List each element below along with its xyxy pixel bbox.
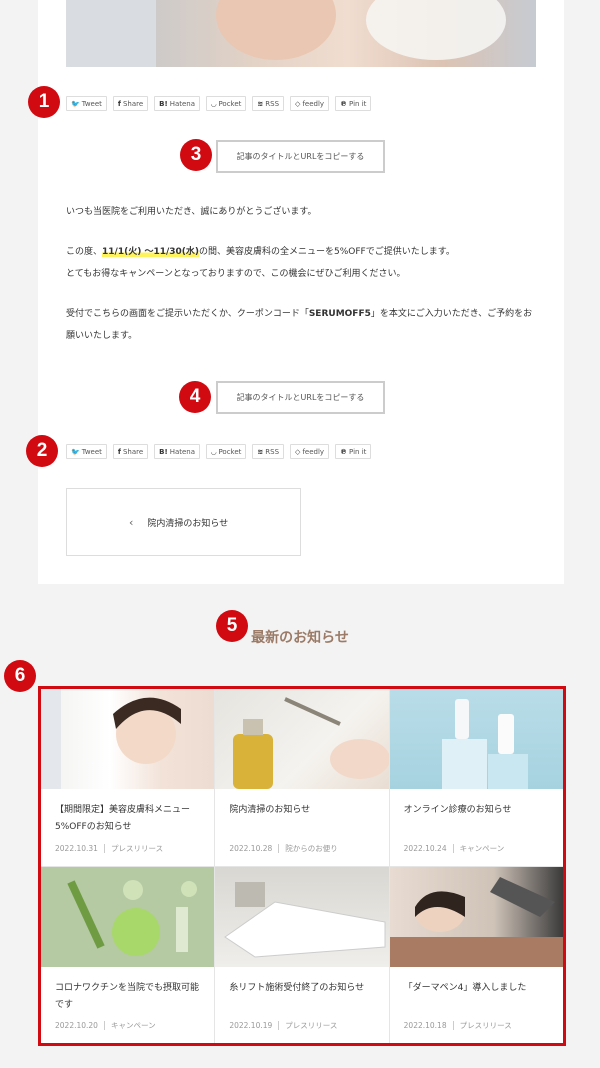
annotation-badge-2: 2 xyxy=(26,435,58,467)
annotation-badge-4: 4 xyxy=(179,381,211,413)
news-card-date: 2022.10.24 xyxy=(403,843,447,853)
share-button-hatena[interactable]: B! Hatena xyxy=(154,96,201,111)
feedly-icon: ◇ xyxy=(295,447,301,456)
pocket-icon: ◡ xyxy=(211,447,217,456)
news-card[interactable]: 「ダーマペン4」導入しました 2022.10.18 プレスリリース xyxy=(389,866,563,1043)
share-button-rss[interactable]: ≋ RSS xyxy=(252,444,285,459)
rss-icon: ≋ xyxy=(257,99,264,108)
news-card-category: キャンペーン xyxy=(459,843,505,853)
facebook-icon: f xyxy=(117,447,121,456)
article-paragraph-5: 願いいたします。 xyxy=(66,331,138,341)
article-hero-image xyxy=(66,0,536,67)
coupon-code: SERUMOFF5 xyxy=(308,309,371,319)
news-card-category: キャンペーン xyxy=(110,1021,156,1030)
news-card-category: プレスリリース xyxy=(459,1021,512,1030)
share-button-rss[interactable]: ≋ RSS xyxy=(252,96,285,111)
news-card-category: 院からのお便り xyxy=(285,843,338,853)
article-paragraph-1: いつも当医院をご利用いただき、誠にありがとうございます。 xyxy=(66,207,317,217)
hatena-icon: B! xyxy=(159,447,168,456)
news-card-category: プレスリリース xyxy=(285,1021,338,1030)
copy-title-url-button-top[interactable]: 記事のタイトルとURLをコピーする xyxy=(216,140,385,173)
article-paragraph-2: この度、11/1(火) 〜11/30(水)の間、美容皮膚科の全メニューを5%OF… xyxy=(66,247,455,257)
annotation-badge-6: 6 xyxy=(4,660,36,692)
news-card-thumbnail xyxy=(389,866,563,967)
news-card-category: プレスリリース xyxy=(110,843,164,853)
feedly-icon: ◇ xyxy=(295,99,301,108)
share-button-feedly[interactable]: ◇ feedly xyxy=(290,444,330,459)
share-button-twitter[interactable]: 🐦 Tweet xyxy=(66,96,107,111)
share-button-pocket[interactable]: ◡ Pocket xyxy=(206,96,247,111)
news-card-title: 院内清掃のお知らせ xyxy=(229,805,311,815)
news-card-thumbnail xyxy=(215,866,389,967)
news-card-date: 2022.10.18 xyxy=(403,1021,447,1030)
news-card-title: 糸リフト施術受付終了のお知らせ xyxy=(229,982,365,993)
news-card-title: オンライン診療のお知らせ xyxy=(403,805,512,815)
share-buttons-top: 🐦 Tweet f Share B! Hatena ◡ Pocket ≋ RSS ◇ fee… xyxy=(66,96,372,111)
campaign-period-highlight: 11/1(火) 〜11/30(水) xyxy=(102,247,200,257)
news-card[interactable]: コロナワクチンを当院でも摂取可能です 2022.10.20 キャンペーン xyxy=(41,866,215,1043)
news-card-title: 「ダーマペン4」導入しました xyxy=(403,982,527,993)
news-card-date: 2022.10.28 xyxy=(229,843,273,853)
news-card-thumbnail xyxy=(389,689,563,789)
rss-icon: ≋ xyxy=(257,447,264,456)
news-card-title: コロナワクチンを当院でも摂取可能です xyxy=(55,982,200,1010)
news-card-meta: 2022.10.28 院からのお便り xyxy=(229,843,338,854)
article-paragraph-3: とてもお得なキャンペーンとなっておりますので、この機会にぜひご利用ください。 xyxy=(66,269,406,279)
share-button-facebook[interactable]: f Share xyxy=(112,444,149,459)
news-card-thumbnail xyxy=(41,866,215,967)
news-card-meta: 2022.10.31 プレスリリース xyxy=(55,843,163,854)
share-button-hatena[interactable]: B! Hatena xyxy=(154,444,201,459)
news-card[interactable]: 院内清掃のお知らせ 2022.10.28 院からのお便り xyxy=(215,689,389,866)
news-card-meta: 2022.10.19 プレスリリース xyxy=(229,1020,337,1031)
news-card-date: 2022.10.20 xyxy=(55,1021,98,1030)
twitter-icon: 🐦 xyxy=(71,99,80,108)
chevron-left-icon: ‹ xyxy=(129,515,134,529)
pocket-icon: ◡ xyxy=(211,99,217,108)
copy-title-url-button-bottom[interactable]: 記事のタイトルとURLをコピーする xyxy=(216,381,385,414)
latest-news-heading: 最新のお知らせ xyxy=(251,630,349,646)
pinterest-icon: ℗ xyxy=(340,447,348,456)
share-buttons-bottom: 🐦 Tweet f Share B! Hatena ◡ Pocket ≋ RSS ◇ fee… xyxy=(66,444,372,459)
hatena-icon: B! xyxy=(159,99,168,108)
news-card-meta: 2022.10.18 プレスリリース xyxy=(404,1020,512,1031)
share-button-pinterest[interactable]: ℗ Pin it xyxy=(335,444,372,459)
news-card-date: 2022.10.19 xyxy=(229,1021,273,1030)
news-card-grid: 【期間限定】美容皮膚科メニュー5%OFFのお知らせ 2022.10.31 プレスリ… xyxy=(41,689,563,1043)
article-paragraph-4: 受付でこちらの画面をご提示いただくか、クーポンコード「SERUMOFF5」を本文… xyxy=(66,309,533,319)
news-card-thumbnail xyxy=(41,689,215,789)
news-card-meta: 2022.10.24 キャンペーン xyxy=(403,843,505,854)
news-card-title: 【期間限定】美容皮膚科メニュー5%OFFのお知らせ xyxy=(55,805,191,832)
news-card-thumbnail xyxy=(215,689,389,789)
share-button-pocket[interactable]: ◡ Pocket xyxy=(206,444,247,459)
previous-post-link[interactable]: ‹ 院内清掃のお知らせ xyxy=(66,488,301,556)
share-button-facebook[interactable]: f Share xyxy=(112,96,149,111)
previous-post-title: 院内清掃のお知らせ xyxy=(147,518,229,529)
news-card[interactable]: 【期間限定】美容皮膚科メニュー5%OFFのお知らせ 2022.10.31 プレスリ… xyxy=(41,689,215,866)
annotation-badge-3: 3 xyxy=(180,139,212,171)
news-card[interactable]: オンライン診療のお知らせ 2022.10.24 キャンペーン xyxy=(389,689,563,866)
news-card[interactable]: 糸リフト施術受付終了のお知らせ 2022.10.19 プレスリリース xyxy=(215,866,389,1043)
news-card-date: 2022.10.31 xyxy=(55,843,98,853)
pinterest-icon: ℗ xyxy=(340,99,348,108)
facebook-icon: f xyxy=(117,99,121,108)
news-card-meta: 2022.10.20 キャンペーン xyxy=(55,1020,156,1031)
share-button-feedly[interactable]: ◇ feedly xyxy=(290,96,330,111)
share-button-pinterest[interactable]: ℗ Pin it xyxy=(335,96,372,111)
annotation-badge-1: 1 xyxy=(28,86,60,118)
share-button-twitter[interactable]: 🐦 Tweet xyxy=(66,444,107,459)
twitter-icon: 🐦 xyxy=(71,447,80,456)
